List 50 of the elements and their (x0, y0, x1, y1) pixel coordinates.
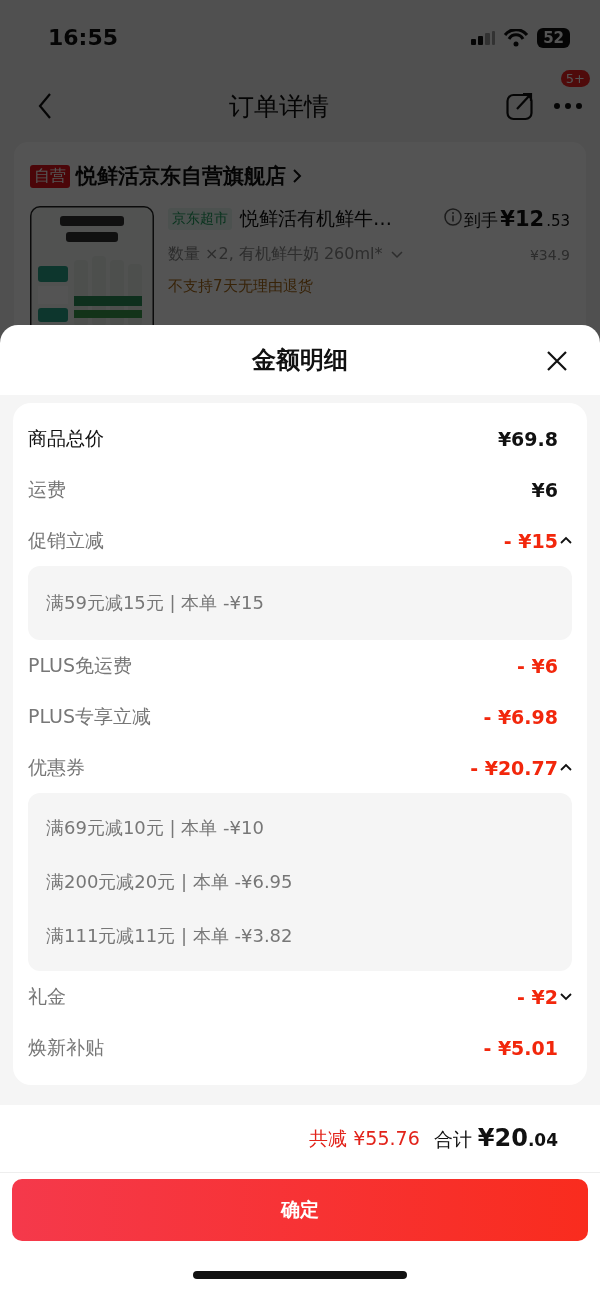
more-icon[interactable] (554, 102, 582, 110)
detail-text: 满111元减11元 | 本单 -¥3.82 (46, 924, 294, 948)
back-button[interactable] (38, 92, 52, 120)
row-label: 商品总价 (28, 425, 104, 451)
row-amount: - ¥6.98 (483, 705, 558, 728)
store-tag: 京东超市 (168, 208, 232, 230)
info-icon[interactable] (444, 207, 463, 226)
chevron-up-icon[interactable] (560, 536, 572, 545)
product-title: 悦鲜活有机鲜牛… (240, 206, 392, 231)
wifi-icon (503, 28, 530, 47)
detail-text: 满69元减10元 | 本单 -¥10 (46, 816, 265, 840)
chevron-down-icon[interactable] (560, 992, 572, 1001)
row-amount: - ¥2 (517, 985, 558, 1008)
store-name[interactable]: 悦鲜活京东自营旗舰店 (76, 162, 286, 190)
row-amount: - ¥5.01 (483, 1036, 558, 1059)
detail-text: 满59元减15元 | 本单 -¥15 (46, 591, 265, 615)
store-badge: 自营 (30, 164, 70, 188)
row-label: PLUS专享立减 (28, 703, 152, 729)
row-label: 运费 (28, 476, 66, 502)
total-decimal: .04 (527, 1130, 558, 1150)
row-amount: - ¥15 (503, 529, 558, 552)
row-amount: - ¥6 (517, 654, 558, 677)
status-time: 16:55 (48, 25, 119, 50)
row-label: 优惠券 (28, 754, 85, 780)
detail-text: 满200元减20元 | 本单 -¥6.95 (46, 870, 294, 894)
chevron-icon (292, 168, 302, 184)
page-title: 订单详情 (229, 90, 329, 123)
sheet-title: 金额明细 (252, 345, 348, 376)
row-amount: ¥6 (531, 478, 558, 501)
row-label: PLUS免运费 (28, 652, 133, 678)
row-label: 礼金 (28, 983, 66, 1009)
price-integer: ¥12 (500, 206, 545, 231)
battery-level: 52 (537, 27, 570, 48)
signal-icon (471, 30, 496, 45)
row-amount: ¥69.8 (497, 427, 558, 450)
row-label: 促销立减 (28, 527, 104, 553)
return-notice: 不支持7天无理由退货 (168, 277, 314, 296)
total-discount: 共减 ¥55.76 (309, 1125, 420, 1151)
notification-badge: 5+ (560, 69, 590, 87)
close-icon[interactable] (546, 350, 568, 372)
chevron-up-icon[interactable] (560, 763, 572, 772)
price-label: 到手 (464, 208, 499, 232)
back-icon (38, 92, 52, 120)
total-label: 合计 (433, 1127, 472, 1152)
price-decimal: .53 (546, 211, 570, 230)
confirm-button[interactable]: 确定 (12, 1179, 588, 1241)
total-integer: ¥20 (477, 1124, 528, 1152)
row-label: 焕新补贴 (28, 1034, 104, 1060)
row-amount: - ¥20.77 (470, 756, 558, 779)
share-icon[interactable] (506, 91, 534, 121)
